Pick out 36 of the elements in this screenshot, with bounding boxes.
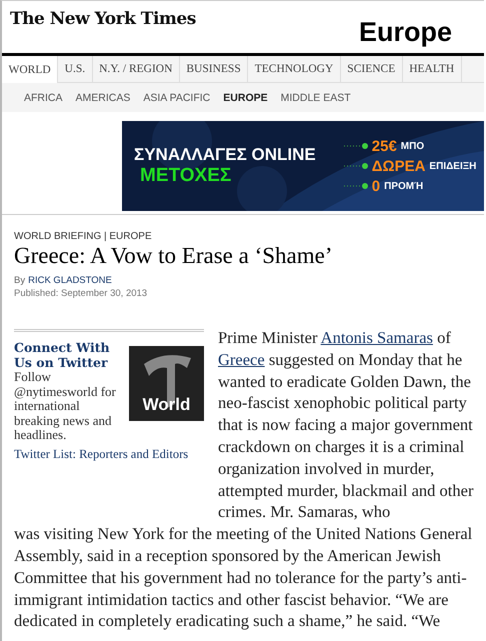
offer-text: ΕΠΙΔΕΙΞΗ [429,160,476,172]
body-link[interactable]: Antonis Samaras [320,328,433,347]
site-logo[interactable]: The New York Times [10,9,196,29]
section-title: Europe [358,17,452,48]
nav-tab[interactable]: N.Y. / REGION [92,56,180,82]
offer-highlight: 25€ [372,138,397,154]
twitter-list-link[interactable]: Twitter List: Reporters and Editors [14,446,204,462]
offer-text: ΠΡΟΜΉ [384,180,424,192]
article-body-continued: was visiting New York for the meeting of the United Nations General Assembly, said in a reception sponsored by the American Jewish Committee that his government had no tolerance for the party’s anti-immigrant intimidation tactics and other fascist behavior. “We are dedicated in completely eradicating such a shame,” he said. “We [14,523,474,632]
subnav-link[interactable]: AMERICAS [76,92,130,104]
author-link[interactable]: RICK GLADSTONE [28,275,112,286]
publish-date: Published: September 30, 2013 [14,288,148,299]
thumbnail-label: World [142,395,190,415]
subnav-link[interactable]: EUROPE [223,92,268,104]
offer-highlight: ΔΩΡΕΑ [372,158,426,174]
subnav-link[interactable]: ASIA PACIFIC [143,92,210,104]
subnav-link[interactable]: AFRICA [24,92,63,104]
offer-highlight: 0 [372,178,380,194]
bullet-icon [344,143,368,149]
bullet-icon [344,163,368,169]
ad-subheadline: ΜΕΤΟΧΕΣ [140,165,232,187]
bullet-icon [344,183,368,189]
article-kicker: WORLD BRIEFING | EUROPE [14,231,153,242]
promo-text: Follow @nytimesworld for international breaking news and headlines. [14,370,117,442]
ad-banner[interactable]: ΣΥΝΑΛΛΑΓΕΣ ONLINE ΜΕΤΟΧΕΣ 25€ ΜΠΟ ΔΩΡΕΑ ΕΠΙΔΕΙΞΗ 0 ΠΡΟΜΉ [122,121,484,211]
subnav-link[interactable]: MIDDLE EAST [280,92,351,104]
nav-tab[interactable]: HEALTH [402,56,462,82]
ad-headline: ΣΥΝΑΛΛΑΓΕΣ ONLINE [134,145,316,165]
nav-tab[interactable]: WORLD [2,56,58,83]
world-thumbnail[interactable]: World [129,346,204,421]
body-link[interactable]: Greece [218,350,265,369]
promo-title[interactable]: Connect With Us on Twitter [14,340,126,370]
article-headline: Greece: A Vow to Erase a ‘Shame’ [14,243,334,269]
offer-text: ΜΠΟ [400,140,424,152]
article-body: Prime Minister Antonis Samaras of Greece suggested on Monday that he wanted to eradicate Golden Dawn, the neo-fascist xenophobic political party that is now facing a major government crackdown on charges it is a criminal organization involved in murder, attempted murder, blackmail and other crimes. Mr. Samaras, who [218,327,474,524]
byline-prefix: By [14,275,26,286]
